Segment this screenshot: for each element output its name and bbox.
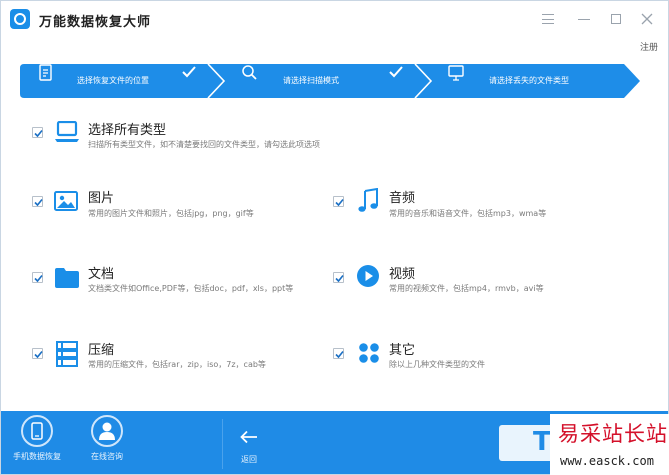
check-icon [34, 350, 43, 359]
menu-button[interactable] [540, 11, 556, 27]
checkbox-archive[interactable] [32, 348, 43, 359]
phone-recovery-label: 手机数据恢复 [13, 452, 61, 461]
option-other-desc: 除以上几种文件类型的文件 [389, 360, 485, 369]
option-audio-title: 音频 [389, 191, 416, 206]
option-all-types[interactable]: 选择所有类型 扫描所有类型文件，如不清楚要找回的文件类型，请勾选此项选项 [32, 118, 362, 158]
option-documents[interactable]: 文档 文档类文件如Office,PDF等，包括doc，pdf，xls，ppt等 [32, 263, 332, 303]
option-all-types-title: 选择所有类型 [88, 123, 167, 138]
music-note-icon [358, 188, 378, 212]
check-icon [34, 198, 43, 207]
checkbox-documents[interactable] [32, 272, 43, 283]
back-button[interactable]: 返回 [237, 429, 261, 465]
check-icon [389, 66, 403, 78]
file-icon [39, 64, 52, 81]
laptop-icon [55, 121, 79, 142]
steps-bar: 选择恢复文件的位置 请选择扫描模式 请选择丢失的文件类型 [20, 64, 640, 98]
online-consult-button[interactable]: 在线咨询 [79, 415, 135, 462]
checkbox-all-types[interactable] [32, 127, 43, 138]
watermark: 易采站长站 www.easck.com [550, 414, 669, 475]
check-icon [34, 129, 43, 138]
checkbox-other[interactable] [333, 348, 344, 359]
play-icon [357, 265, 379, 287]
maximize-icon [611, 14, 621, 24]
arrow-left-icon [240, 430, 257, 444]
option-images-desc: 常用的图片文件和照片，包括jpg，png，gif等 [88, 209, 254, 218]
bottom-separator [222, 419, 223, 469]
option-audio-desc: 常用的音乐和语音文件，包括mp3，wma等 [389, 209, 547, 218]
online-consult-circle [91, 415, 123, 447]
option-documents-desc: 文档类文件如Office,PDF等，包括doc，pdf，xls，ppt等 [88, 284, 294, 293]
close-button[interactable] [639, 11, 655, 27]
option-archive-desc: 常用的压缩文件，包括rar，zip，iso，7z，cab等 [88, 360, 266, 369]
option-video-desc: 常用的视频文件，包括mp4，rmvb，avi等 [389, 284, 544, 293]
checkbox-audio[interactable] [333, 196, 344, 207]
app-logo-icon [10, 9, 30, 29]
check-icon [335, 274, 344, 283]
phone-recovery-circle [21, 415, 53, 447]
app-window: 万能数据恢复大师 注册 选择恢复文件的位置 请选择扫描模式 请选择丢失的文件类型… [0, 0, 669, 475]
option-audio[interactable]: 音频 常用的音乐和语音文件，包括mp3，wma等 [333, 186, 633, 226]
step-2: 请选择扫描模式 [225, 64, 425, 98]
check-icon [335, 198, 344, 207]
phone-recovery-button[interactable]: 手机数据恢复 [7, 415, 67, 462]
option-documents-title: 文档 [88, 267, 115, 282]
maximize-button[interactable] [608, 11, 624, 27]
image-icon [54, 191, 78, 211]
checkbox-images[interactable] [32, 196, 43, 207]
title-bar: 万能数据恢复大师 [1, 1, 668, 37]
step-1: 选择恢复文件的位置 [20, 64, 220, 98]
register-link[interactable]: 注册 [640, 40, 658, 53]
watermark-text: 易采站长站 [558, 422, 668, 446]
check-icon [335, 350, 344, 359]
option-images-title: 图片 [88, 191, 115, 206]
option-archive-title: 压缩 [88, 343, 115, 358]
online-consult-label: 在线咨询 [91, 452, 123, 461]
minimize-button[interactable] [576, 11, 592, 27]
option-archive[interactable]: 压缩 常用的压缩文件，包括rar，zip，iso，7z，cab等 [32, 339, 332, 379]
step-1-label: 选择恢复文件的位置 [77, 76, 149, 85]
check-icon [182, 66, 196, 78]
monitor-icon [448, 65, 464, 81]
option-other[interactable]: 其它 除以上几种文件类型的文件 [333, 339, 633, 379]
back-label: 返回 [241, 455, 257, 464]
option-all-types-desc: 扫描所有类型文件，如不清楚要找回的文件类型，请勾选此项选项 [88, 140, 320, 149]
step-2-label: 请选择扫描模式 [283, 76, 339, 85]
check-icon [34, 274, 43, 283]
option-other-title: 其它 [389, 343, 416, 358]
next-button-glyph: T [533, 427, 551, 457]
grid-icon [359, 343, 379, 363]
search-icon [242, 65, 257, 80]
step-3-label: 请选择丢失的文件类型 [489, 76, 569, 85]
option-images[interactable]: 图片 常用的图片文件和照片，包括jpg，png，gif等 [32, 186, 322, 226]
archive-icon [56, 341, 78, 367]
step-3: 请选择丢失的文件类型 [432, 64, 632, 98]
checkbox-video[interactable] [333, 272, 344, 283]
option-video-title: 视频 [389, 267, 416, 282]
folder-icon [55, 268, 79, 288]
option-video[interactable]: 视频 常用的视频文件，包括mp4，rmvb，avi等 [333, 263, 633, 303]
watermark-url: www.easck.com [560, 454, 654, 468]
close-icon [641, 13, 653, 25]
hamburger-icon [542, 14, 554, 24]
phone-icon [31, 422, 43, 440]
minimize-icon [578, 19, 590, 20]
user-icon [99, 422, 115, 440]
app-title: 万能数据恢复大师 [39, 15, 152, 30]
